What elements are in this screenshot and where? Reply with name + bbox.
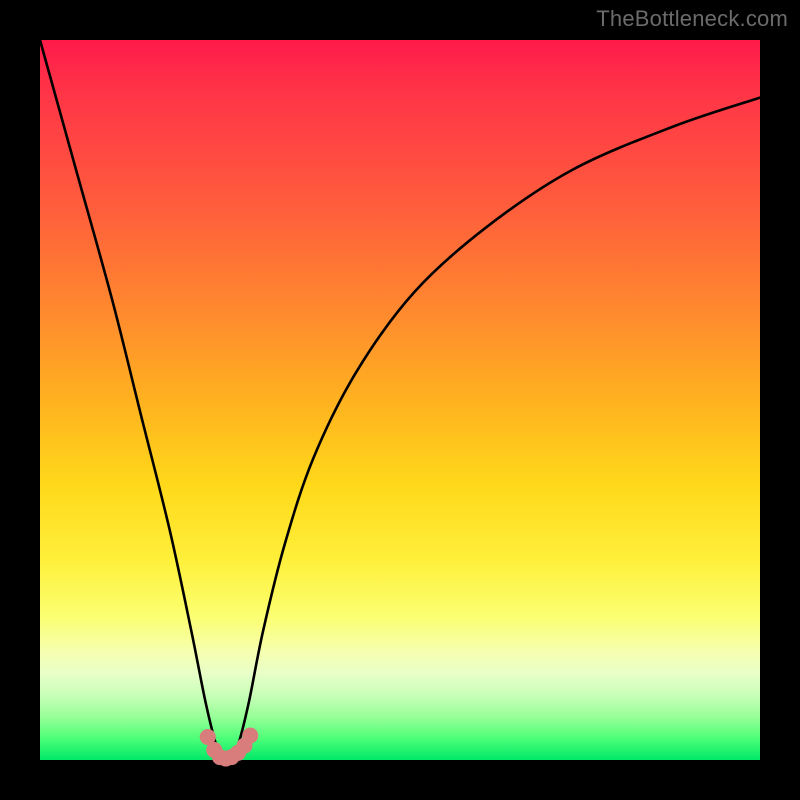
valley-dots (200, 728, 258, 767)
curve-layer (40, 40, 760, 760)
valley-dot (242, 728, 258, 744)
bottleneck-curve (40, 40, 760, 762)
chart-frame: TheBottleneck.com (0, 0, 800, 800)
plot-area (40, 40, 760, 760)
watermark-text: TheBottleneck.com (596, 6, 788, 32)
